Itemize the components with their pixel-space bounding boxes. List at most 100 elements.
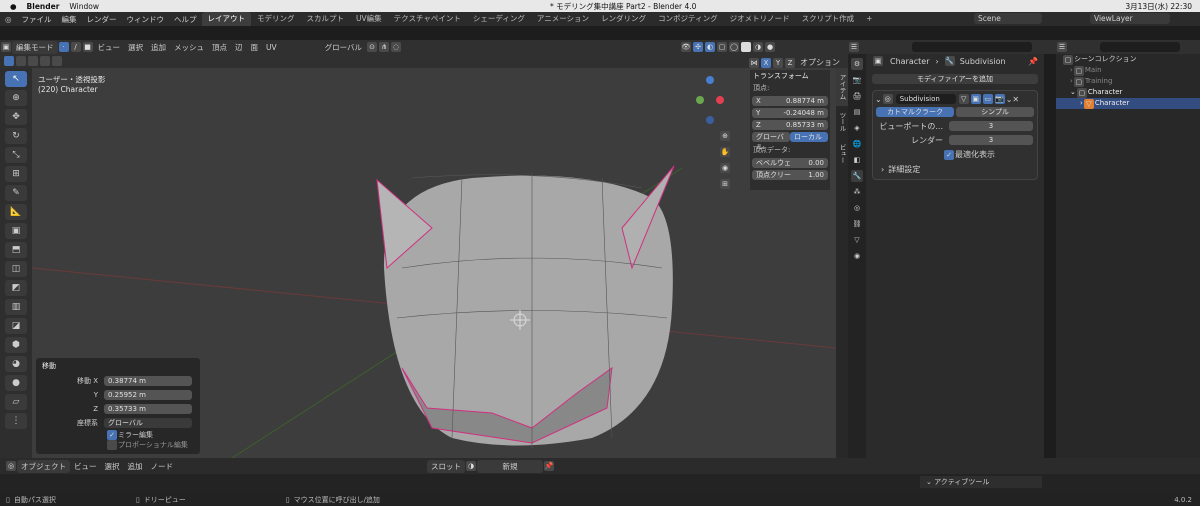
- menu-view[interactable]: ビュー: [70, 460, 101, 473]
- pin-icon[interactable]: 📌: [1028, 57, 1038, 66]
- shear-tool-icon[interactable]: ▱: [5, 394, 27, 410]
- menu-vertex[interactable]: 頂点: [208, 41, 231, 54]
- solid-shading-icon[interactable]: [741, 42, 751, 52]
- tab-sculpt[interactable]: スカルプト: [301, 12, 351, 26]
- advanced-section[interactable]: 詳細設定: [888, 164, 920, 175]
- menu-render[interactable]: レンダー: [82, 14, 122, 25]
- world-tab-icon[interactable]: 🌐: [851, 138, 863, 150]
- move-y-field[interactable]: 0.25952 m: [104, 390, 192, 400]
- add-cube-tool-icon[interactable]: ▣: [5, 223, 27, 239]
- mode-selector[interactable]: 編集モード: [12, 40, 58, 54]
- move-x-field[interactable]: 0.38774 m: [104, 376, 192, 386]
- collapse-chevron-icon[interactable]: ⌄: [875, 95, 882, 104]
- viewlayer-selector[interactable]: ViewLayer: [1090, 13, 1170, 24]
- tab-uv[interactable]: UV編集: [350, 12, 388, 26]
- menu-window[interactable]: ウィンドウ: [122, 14, 170, 25]
- polybuild-tool-icon[interactable]: ⬢: [5, 337, 27, 353]
- smooth-tool-icon[interactable]: ●: [5, 375, 27, 391]
- outliner-item-character-collection[interactable]: ⌄ ▢ Character: [1056, 87, 1200, 98]
- menu-mesh[interactable]: メッシュ: [170, 41, 208, 54]
- tab-tool[interactable]: ツール: [836, 106, 848, 138]
- menu-node[interactable]: ノード: [147, 460, 178, 473]
- window-menu[interactable]: Window: [69, 2, 99, 11]
- blender-logo-icon[interactable]: ◎: [0, 15, 17, 24]
- extrude-tool-icon[interactable]: ⬒: [5, 242, 27, 258]
- remove-modifier-icon[interactable]: ✕: [1012, 95, 1019, 104]
- face-select-icon[interactable]: ■: [82, 42, 93, 52]
- slot-selector[interactable]: スロット: [427, 459, 465, 473]
- camera-icon[interactable]: ◉: [720, 163, 730, 173]
- measure-tool-icon[interactable]: 📐: [5, 204, 27, 220]
- material-tab-icon[interactable]: ◉: [851, 250, 863, 262]
- cursor-tool-icon[interactable]: ⊕: [5, 90, 27, 106]
- move-tool-icon[interactable]: ✥: [5, 109, 27, 125]
- tool-tab-icon[interactable]: ⚙: [851, 58, 863, 70]
- select-invert-icon[interactable]: [40, 56, 50, 66]
- transform-tool-icon[interactable]: ⊞: [5, 166, 27, 182]
- menu-add[interactable]: 追加: [124, 460, 147, 473]
- global-toggle[interactable]: グローバル: [752, 132, 790, 151]
- gizmo-icon[interactable]: ✣: [693, 42, 703, 52]
- advanced-chevron-icon[interactable]: ›: [881, 165, 884, 174]
- pivot-icon[interactable]: ⊙: [367, 42, 378, 52]
- vertex-select-icon[interactable]: ·: [58, 42, 69, 52]
- expand-icon[interactable]: ›: [1070, 76, 1073, 87]
- object-tab-icon[interactable]: ◧: [851, 154, 863, 166]
- catmull-clark-toggle[interactable]: カトマルクラーク: [876, 107, 954, 117]
- annotate-tool-icon[interactable]: ✎: [5, 185, 27, 201]
- modifier-tab-icon[interactable]: 🔧: [851, 170, 863, 182]
- expand-icon[interactable]: ›: [1070, 65, 1073, 76]
- properties-search-input[interactable]: [912, 42, 1032, 52]
- scene-collection[interactable]: ▢ シーンコレクション: [1056, 54, 1200, 65]
- pan-icon[interactable]: ✋: [720, 147, 730, 157]
- particles-tab-icon[interactable]: ⁂: [851, 186, 863, 198]
- menu-file[interactable]: ファイル: [17, 14, 57, 25]
- simple-toggle[interactable]: シンプル: [956, 107, 1034, 117]
- render-display-icon[interactable]: 📷: [994, 94, 1005, 104]
- levels-viewport-field[interactable]: 3: [949, 121, 1033, 131]
- menu-edge[interactable]: 辺: [231, 41, 247, 54]
- active-tool-panel[interactable]: ⌄ アクティブツール: [920, 476, 1042, 488]
- move-z-field[interactable]: 0.35733 m: [104, 404, 192, 414]
- menu-uv[interactable]: UV: [262, 42, 281, 53]
- levels-render-field[interactable]: 3: [949, 135, 1033, 145]
- mirror-x-toggle[interactable]: X: [761, 57, 771, 68]
- tab-compositing[interactable]: コンポジティング: [652, 12, 724, 26]
- tab-shading[interactable]: シェーディング: [467, 12, 531, 26]
- material-browse-icon[interactable]: ◑: [466, 461, 476, 471]
- tab-modeling[interactable]: モデリング: [251, 12, 301, 26]
- scene-selector[interactable]: Scene: [974, 13, 1042, 24]
- expand-icon[interactable]: ›: [1080, 98, 1083, 109]
- menu-select[interactable]: 選択: [101, 460, 124, 473]
- mirror-z-toggle[interactable]: Z: [785, 57, 795, 68]
- app-menu[interactable]: Blender: [27, 2, 60, 11]
- physics-tab-icon[interactable]: ◎: [851, 202, 863, 214]
- select-tool-icon[interactable]: ↖: [5, 71, 27, 87]
- snap-icon[interactable]: ⋔: [379, 42, 390, 52]
- outliner-item-character-object[interactable]: › ▽ Character: [1056, 98, 1200, 109]
- modifier-menu-icon[interactable]: ⌄: [1006, 95, 1013, 104]
- edge-select-icon[interactable]: /: [70, 42, 81, 52]
- constraints-tab-icon[interactable]: ⛓: [851, 218, 863, 230]
- tab-scripting[interactable]: スクリプト作成: [796, 12, 861, 26]
- visibility-icon[interactable]: 👁: [681, 42, 691, 52]
- orientation-dropdown[interactable]: グローバル: [104, 418, 192, 428]
- zoom-icon[interactable]: ⊕: [720, 131, 730, 141]
- new-material-button[interactable]: 新規: [477, 459, 543, 473]
- apple-icon[interactable]: ●: [10, 2, 17, 11]
- material-shading-icon[interactable]: ◑: [753, 42, 763, 52]
- menu-view[interactable]: ビュー: [94, 41, 125, 54]
- tab-animation[interactable]: アニメーション: [531, 12, 595, 26]
- rendered-shading-icon[interactable]: ●: [765, 42, 775, 52]
- select-intersect-icon[interactable]: [52, 56, 62, 66]
- menu-help[interactable]: ヘルプ: [169, 14, 202, 25]
- pin-icon[interactable]: 📌: [544, 461, 554, 471]
- vertex-y-field[interactable]: Y -0.24048 m: [752, 108, 828, 118]
- scene-tab-icon[interactable]: ◈: [851, 122, 863, 134]
- rip-tool-icon[interactable]: ⋮: [5, 413, 27, 429]
- outliner-item-main[interactable]: › ▢ Main: [1056, 65, 1200, 76]
- scale-tool-icon[interactable]: ⤡: [5, 147, 27, 163]
- select-box-icon[interactable]: [4, 56, 14, 66]
- expand-icon[interactable]: ⌄: [1070, 87, 1076, 98]
- menu-select[interactable]: 選択: [124, 41, 147, 54]
